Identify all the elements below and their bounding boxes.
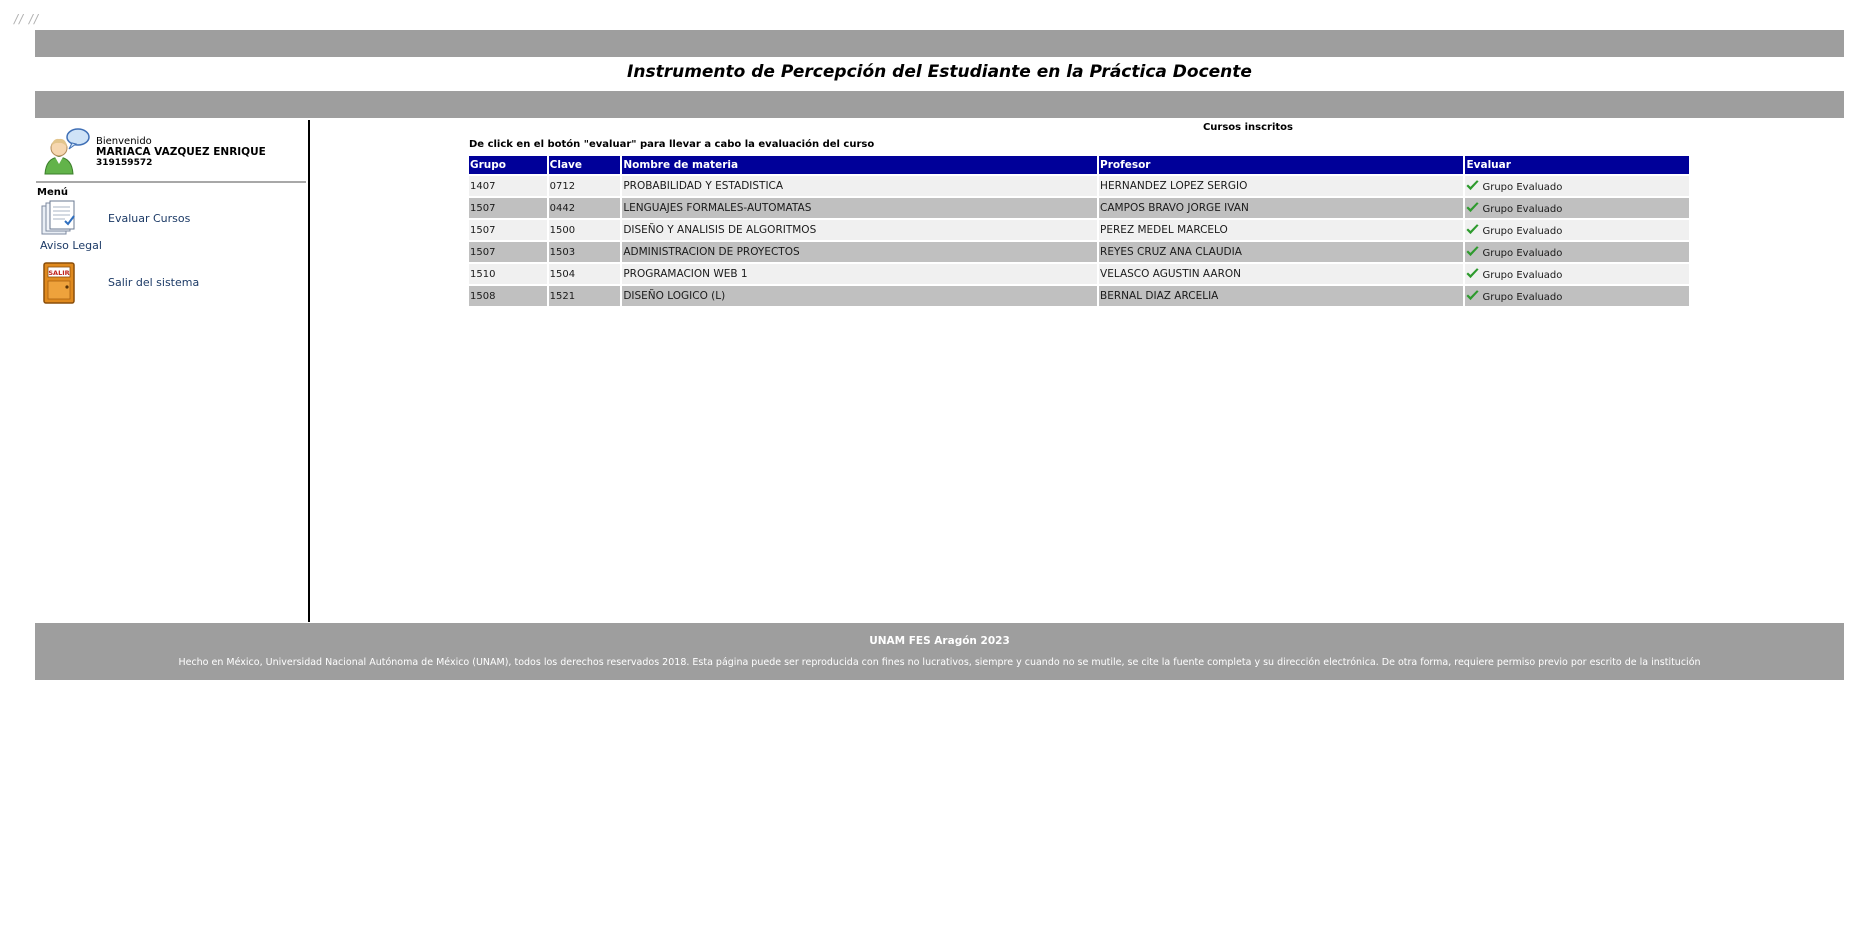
column-header-evaluar: Evaluar — [1465, 156, 1689, 174]
cell-evaluar: Grupo Evaluado — [1465, 242, 1689, 262]
user-block: Bienvenido MARIACA VAZQUEZ ENRIQUE 31915… — [39, 126, 307, 178]
menu-item-evaluar-cursos[interactable]: Evaluar Cursos — [39, 200, 299, 236]
footer-title: UNAM FES Aragón 2023 — [869, 635, 1010, 647]
cell-evaluar: Grupo Evaluado — [1465, 286, 1689, 306]
checkmark-icon — [1466, 179, 1480, 190]
sidebar-divider — [36, 181, 306, 183]
column-header-clave: Clave — [548, 156, 621, 174]
table-row: 1507 0442 LENGUAJES FORMALES-AUTOMATAS CAMP… — [469, 198, 1689, 218]
table-header-row: Grupo Clave Nombre de materia Profesor E… — [469, 156, 1689, 174]
cell-materia: DISEÑO Y ANALISIS DE ALGORITMOS — [622, 220, 1098, 240]
menu-item-label[interactable]: Evaluar Cursos — [108, 212, 190, 225]
table-row: 1508 1521 DISEÑO LOGICO (L) BERNAL DIAZ ARC… — [469, 286, 1689, 306]
status-label: Grupo Evaluado — [1482, 203, 1563, 215]
cell-grupo: 1510 — [469, 264, 547, 284]
user-avatar-icon — [44, 128, 90, 175]
table-row: 1507 1503 ADMINISTRACION DE PROYECTOS REYES… — [469, 242, 1689, 262]
courses-title: Cursos inscritos — [1202, 122, 1294, 133]
status-label: Grupo Evaluado — [1482, 291, 1563, 303]
exit-door-icon-text: SALIR — [48, 269, 69, 277]
menu-item-label[interactable]: Salir del sistema — [108, 276, 199, 289]
cell-materia: ADMINISTRACION DE PROYECTOS — [622, 242, 1098, 262]
cell-materia: PROGRAMACION WEB 1 — [622, 264, 1098, 284]
sidebar: Bienvenido MARIACA VAZQUEZ ENRIQUE 31915… — [35, 120, 307, 620]
column-header-materia: Nombre de materia — [622, 156, 1098, 174]
cell-materia: PROBABILIDAD Y ESTADISTICA — [622, 176, 1098, 196]
cell-evaluar: Grupo Evaluado — [1465, 220, 1689, 240]
cell-grupo: 1508 — [469, 286, 547, 306]
cell-evaluar: Grupo Evaluado — [1465, 264, 1689, 284]
cell-clave: 1500 — [548, 220, 621, 240]
sidebar-vertical-divider — [308, 120, 310, 622]
corner-marks: // // — [14, 12, 39, 26]
checkmark-icon — [1466, 245, 1480, 256]
cell-materia: LENGUAJES FORMALES-AUTOMATAS — [622, 198, 1098, 218]
table-row: 1510 1504 PROGRAMACION WEB 1 VELASCO AGUSTI… — [469, 264, 1689, 284]
user-info: Bienvenido MARIACA VAZQUEZ ENRIQUE 31915… — [96, 136, 266, 169]
cell-profesor: VELASCO AGUSTIN AARON — [1099, 264, 1464, 284]
menu-item-aviso-legal[interactable]: Aviso Legal — [40, 239, 102, 252]
courses-table-body: 1407 0712 PROBABILIDAD Y ESTADISTICA HERNAN… — [469, 176, 1689, 306]
cell-clave: 1521 — [548, 286, 621, 306]
cell-materia: DISEÑO LOGICO (L) — [622, 286, 1098, 306]
cell-profesor: HERNANDEZ LOPEZ SERGIO — [1099, 176, 1464, 196]
main-content: Cursos inscritos De click en el botón "e… — [312, 120, 1844, 620]
page: // // Instrumento de Percepción del Estu… — [0, 0, 1873, 925]
checkmark-icon — [1466, 201, 1480, 212]
documents-checklist-icon — [41, 200, 75, 235]
cell-clave: 0712 — [548, 176, 621, 196]
cell-clave: 1503 — [548, 242, 621, 262]
checkmark-icon — [1466, 267, 1480, 278]
checkmark-icon — [1466, 223, 1480, 234]
checkmark-icon — [1466, 289, 1480, 300]
cell-grupo: 1407 — [469, 176, 547, 196]
cell-clave: 1504 — [548, 264, 621, 284]
instruction-text: De click en el botón "evaluar" para llev… — [469, 139, 875, 150]
user-name: MARIACA VAZQUEZ ENRIQUE — [96, 146, 266, 158]
cell-evaluar: Grupo Evaluado — [1465, 176, 1689, 196]
courses-table: Grupo Clave Nombre de materia Profesor E… — [467, 154, 1691, 308]
account-number: 319159572 — [96, 158, 153, 168]
menu-heading: Menú — [37, 187, 68, 198]
status-label: Grupo Evaluado — [1482, 225, 1563, 237]
table-row: 1407 0712 PROBABILIDAD Y ESTADISTICA HERNAN… — [469, 176, 1689, 196]
footer: UNAM FES Aragón 2023 Hecho en México, Un… — [35, 623, 1844, 680]
column-header-grupo: Grupo — [469, 156, 547, 174]
menu-item-salir[interactable]: SALIR Salir del sistema — [39, 261, 299, 305]
header-bottom-bar — [35, 91, 1844, 118]
cell-clave: 0442 — [548, 198, 621, 218]
footer-legal-text: Hecho en México, Universidad Nacional Au… — [178, 657, 1701, 668]
column-header-profesor: Profesor — [1099, 156, 1464, 174]
cell-profesor: BERNAL DIAZ ARCELIA — [1099, 286, 1464, 306]
cell-grupo: 1507 — [469, 242, 547, 262]
cell-evaluar: Grupo Evaluado — [1465, 198, 1689, 218]
table-row: 1507 1500 DISEÑO Y ANALISIS DE ALGORITMOS P… — [469, 220, 1689, 240]
status-label: Grupo Evaluado — [1482, 247, 1563, 259]
exit-door-icon: SALIR — [43, 262, 75, 304]
status-label: Grupo Evaluado — [1482, 269, 1563, 281]
cell-profesor: CAMPOS BRAVO JORGE IVAN — [1099, 198, 1464, 218]
cell-profesor: PEREZ MEDEL MARCELO — [1099, 220, 1464, 240]
cell-profesor: REYES CRUZ ANA CLAUDIA — [1099, 242, 1464, 262]
cell-grupo: 1507 — [469, 220, 547, 240]
status-label: Grupo Evaluado — [1482, 181, 1563, 193]
header-top-bar — [35, 30, 1844, 57]
page-title: Instrumento de Percepción del Estudiante… — [627, 62, 1252, 82]
cell-grupo: 1507 — [469, 198, 547, 218]
